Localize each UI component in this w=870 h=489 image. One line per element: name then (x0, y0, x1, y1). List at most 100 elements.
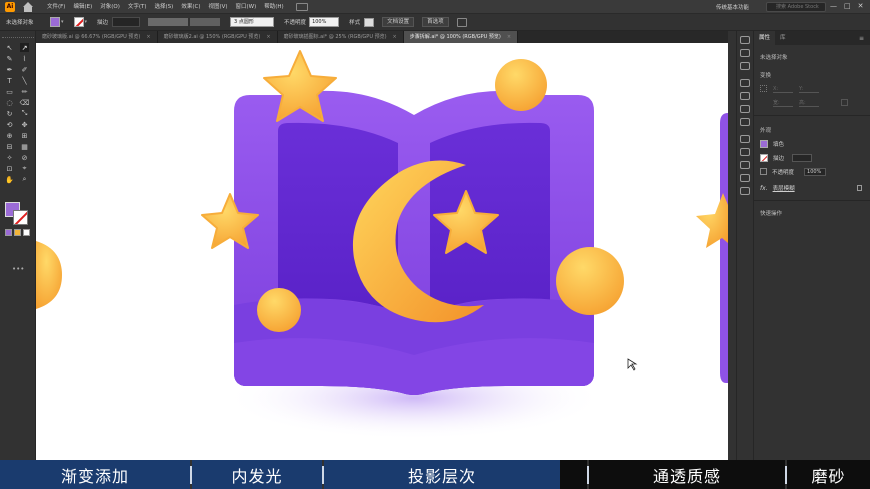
scale-tool-icon[interactable]: ⤡ (20, 109, 29, 118)
chevron-down-icon[interactable]: ▾ (85, 19, 88, 25)
gradient-mode-icon[interactable] (14, 229, 21, 236)
magic-wand-tool-icon[interactable]: ✎ (5, 54, 14, 63)
shape-builder-tool-icon[interactable]: ⊕ (5, 131, 14, 140)
artboard-canvas[interactable] (36, 43, 728, 460)
selection-tool-icon[interactable]: ↖ (5, 43, 14, 52)
slice-tool-icon[interactable]: ⌖ (20, 164, 29, 173)
brushes-panel-icon[interactable] (740, 62, 750, 70)
gradient-tool-icon[interactable]: ▦ (20, 142, 29, 151)
menu-help[interactable]: 帮助(H) (260, 0, 287, 14)
close-icon[interactable]: × (507, 34, 511, 40)
transform-heading: 变换 (760, 73, 772, 79)
blob-brush-tool-icon[interactable]: ◌ (5, 98, 14, 107)
height-field[interactable]: 高: (799, 99, 819, 107)
arrange-documents-icon[interactable] (295, 2, 308, 11)
symbols-panel-icon[interactable] (740, 118, 750, 126)
arrange-icon[interactable] (456, 17, 467, 27)
panel-grip[interactable] (2, 37, 34, 39)
align-panel-icon[interactable] (740, 135, 750, 143)
tab-properties[interactable]: 属性 (754, 31, 776, 45)
width-field[interactable]: 宽: (773, 99, 793, 107)
stroke-weight-stepper[interactable] (112, 17, 141, 27)
layers-panel-icon[interactable] (740, 148, 750, 156)
hand-tool-icon[interactable]: ✋ (5, 175, 14, 184)
zoom-tool-icon[interactable]: ⌕ (20, 175, 29, 184)
pen-tool-icon[interactable]: ✒ (5, 65, 14, 74)
links-panel-icon[interactable] (740, 161, 750, 169)
lasso-tool-icon[interactable]: ⌇ (20, 54, 29, 63)
close-button[interactable]: ✕ (858, 2, 864, 10)
curvature-tool-icon[interactable]: ✐ (20, 65, 29, 74)
line-tool-icon[interactable]: ╲ (20, 76, 29, 85)
tab-libraries[interactable]: 库 (775, 31, 791, 45)
type-tool-icon[interactable]: T (5, 76, 14, 85)
reference-point-icon[interactable] (760, 85, 767, 92)
eraser-tool-icon[interactable]: ⌫ (20, 98, 30, 107)
fill-swatch[interactable] (50, 17, 60, 27)
home-icon[interactable] (23, 1, 33, 12)
chevron-down-icon[interactable]: ▾ (61, 19, 64, 25)
color-panel-icon[interactable] (740, 36, 750, 44)
menu-type[interactable]: 文字(T) (124, 0, 151, 14)
none-mode-icon[interactable] (23, 229, 30, 236)
pencil-tool-icon[interactable]: ✏ (20, 87, 29, 96)
document-setup-button[interactable]: 文档设置 (382, 17, 415, 27)
rectangle-tool-icon[interactable]: ▭ (5, 87, 14, 96)
opacity-field[interactable]: 100% (804, 167, 827, 176)
menu-effect[interactable]: 效果(C) (177, 0, 204, 14)
color-mode-icon[interactable] (5, 229, 12, 236)
variable-width-value[interactable] (190, 18, 221, 26)
menu-view[interactable]: 视图(V) (204, 0, 231, 14)
maximize-button[interactable]: □ (844, 2, 851, 10)
mesh-tool-icon[interactable]: ⊟ (5, 142, 14, 151)
x-field[interactable]: X: (773, 85, 793, 93)
effect-link[interactable]: 表层模糊 (773, 184, 795, 192)
artboards-panel-icon[interactable] (740, 174, 750, 182)
stroke-color-box[interactable] (13, 210, 28, 225)
swatches-panel-icon[interactable] (740, 49, 750, 57)
workspace-switcher[interactable]: 传统基本功能 (716, 3, 749, 11)
column-graph-tool-icon[interactable]: ⊘ (20, 153, 29, 162)
rotate-tool-icon[interactable]: ↻ (5, 109, 14, 118)
fill-swatch[interactable] (760, 139, 768, 148)
tab-document-1[interactable]: 磨砂玻璃版.ai @ 66.67% (RGB/GPU 预览) × (36, 31, 158, 43)
trash-icon[interactable] (857, 185, 862, 191)
style-swatch[interactable] (364, 17, 375, 27)
stroke-panel-icon[interactable] (740, 79, 750, 87)
symbol-sprayer-tool-icon[interactable]: ✧ (5, 153, 14, 162)
close-icon[interactable]: × (393, 34, 397, 40)
edit-toolbar-icon[interactable]: ••• (12, 265, 24, 273)
artboard-tool-icon[interactable]: ⊡ (5, 164, 14, 173)
menu-object[interactable]: 对象(O) (96, 0, 124, 14)
stroke-swatch[interactable] (760, 153, 768, 162)
preferences-button[interactable]: 首选项 (422, 17, 449, 27)
tab-document-3[interactable]: 磨砂玻璃插图标.ai* @ 25% (RGB/GPU 预览) × (277, 31, 404, 43)
close-icon[interactable]: × (266, 34, 270, 40)
opacity-field[interactable]: 100% (309, 17, 340, 27)
minimize-button[interactable]: — (830, 2, 837, 10)
stroke-swatch[interactable] (73, 17, 84, 27)
fx-icon[interactable]: fx. (760, 185, 768, 192)
panel-menu-icon[interactable]: ≡ (859, 35, 864, 42)
close-icon[interactable]: × (146, 34, 150, 40)
menu-select[interactable]: 选择(S) (151, 0, 178, 14)
tab-document-2[interactable]: 磨砂玻璃版2.ai @ 150% (RGB/GPU 预览) × (157, 31, 278, 43)
menu-edit[interactable]: 编辑(E) (69, 0, 96, 14)
warp-tool-icon[interactable]: ⟲ (5, 120, 14, 129)
tab-document-4[interactable]: 步骤拆解.ai* @ 100% (RGB/GPU 预览) × (403, 31, 519, 43)
free-transform-tool-icon[interactable]: ✥ (20, 120, 29, 129)
stroke-weight-stepper[interactable] (792, 153, 813, 162)
assets-panel-icon[interactable] (740, 187, 750, 195)
constrain-proportions-icon[interactable] (841, 99, 848, 106)
menu-window[interactable]: 窗口(W) (232, 0, 261, 14)
brush-dropdown[interactable]: 3 点圆形 (230, 17, 275, 27)
stock-search-input[interactable]: 搜索 Adobe Stock (766, 2, 826, 12)
variable-width-dropdown[interactable] (148, 18, 189, 26)
menu-file[interactable]: 文件(F) (43, 0, 69, 14)
transparency-panel-icon[interactable] (740, 105, 750, 113)
illustrator-logo[interactable]: Ai (5, 1, 15, 12)
perspective-grid-tool-icon[interactable]: ⊞ (20, 131, 29, 140)
y-field[interactable]: Y: (799, 85, 819, 93)
direct-selection-tool-icon[interactable]: ↗ (20, 43, 29, 52)
gradient-panel-icon[interactable] (740, 92, 750, 100)
